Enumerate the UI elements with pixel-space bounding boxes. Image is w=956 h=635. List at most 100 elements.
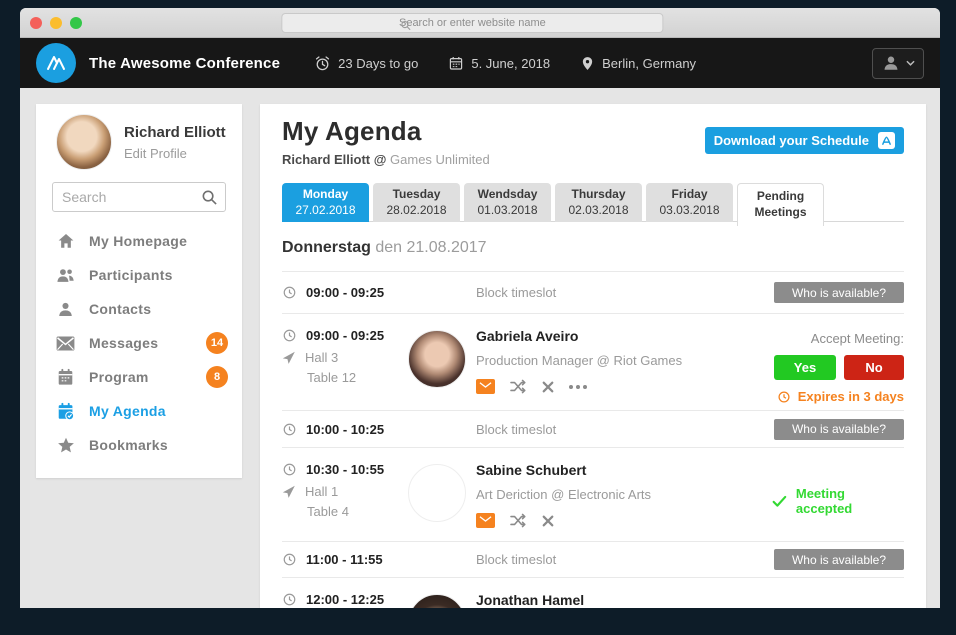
close-window-icon[interactable] bbox=[30, 17, 42, 29]
user-menu-button[interactable] bbox=[872, 48, 924, 79]
check-icon bbox=[772, 495, 787, 508]
message-icon[interactable] bbox=[476, 513, 495, 528]
participant-avatar[interactable] bbox=[408, 330, 466, 388]
tab-monday[interactable]: Monday27.02.2018 bbox=[282, 183, 369, 222]
profile-section: Richard Elliott Edit Profile bbox=[36, 104, 242, 170]
shuffle-icon[interactable] bbox=[510, 379, 527, 394]
user-icon bbox=[882, 54, 900, 72]
expires-notice: Expires in 3 days bbox=[777, 389, 904, 404]
browser-chrome bbox=[20, 8, 940, 38]
mail-icon bbox=[56, 336, 75, 351]
clock-icon bbox=[282, 285, 297, 300]
days-to-go: 23 Days to go bbox=[314, 55, 418, 72]
profile-avatar bbox=[56, 114, 112, 170]
who-is-available-button[interactable]: Who is available? bbox=[774, 282, 904, 303]
search-input[interactable] bbox=[52, 182, 226, 212]
search-icon[interactable] bbox=[201, 189, 218, 211]
agenda-subtitle: Richard Elliott @ Games Unlimited bbox=[282, 152, 904, 167]
zoom-window-icon[interactable] bbox=[70, 17, 82, 29]
tab-tuesday[interactable]: Tuesday28.02.2018 bbox=[373, 183, 460, 222]
conference-logo-icon[interactable] bbox=[36, 43, 76, 83]
location-arrow-icon bbox=[282, 351, 296, 365]
sidebar-item-my-homepage[interactable]: My Homepage bbox=[36, 224, 242, 258]
sidebar-item-my-agenda[interactable]: My Agenda bbox=[36, 394, 242, 428]
alarm-clock-icon bbox=[314, 55, 331, 72]
clock-icon bbox=[282, 462, 297, 477]
url-input[interactable] bbox=[282, 17, 662, 29]
tab-wendsday[interactable]: Wendsday01.03.2018 bbox=[464, 183, 551, 222]
meeting-row: 12:00 - 12:25 Jonathan Hamel bbox=[282, 577, 904, 608]
participant-avatar[interactable] bbox=[408, 594, 466, 608]
page-content: Richard Elliott Edit Profile My Homepage bbox=[20, 88, 940, 608]
conference-date: 5. June, 2018 bbox=[448, 55, 550, 71]
agenda-panel: My Agenda Richard Elliott @ Games Unlimi… bbox=[260, 104, 926, 608]
sidebar-item-contacts[interactable]: Contacts bbox=[36, 292, 242, 326]
accept-meeting-label: Accept Meeting: bbox=[811, 331, 904, 346]
clock-icon bbox=[282, 552, 297, 567]
shuffle-icon[interactable] bbox=[510, 513, 527, 528]
clock-icon bbox=[282, 592, 297, 607]
timeslot-row: 11:00 - 11:55 Block timeslot Who is avai… bbox=[282, 541, 904, 577]
minimize-window-icon[interactable] bbox=[50, 17, 62, 29]
clock-icon bbox=[282, 328, 297, 343]
cancel-icon[interactable] bbox=[542, 381, 554, 393]
participant-avatar[interactable] bbox=[408, 464, 466, 522]
sidebar: Richard Elliott Edit Profile My Homepage bbox=[36, 104, 242, 478]
more-options-icon[interactable] bbox=[569, 385, 587, 389]
program-calendar-icon bbox=[56, 368, 75, 386]
sidebar-search bbox=[52, 182, 226, 212]
accept-no-button[interactable]: No bbox=[844, 355, 904, 380]
contact-icon bbox=[56, 301, 75, 318]
participant-name: Sabine Schubert bbox=[476, 462, 772, 478]
browser-window: The Awesome Conference 23 Days to go 5. … bbox=[20, 8, 940, 608]
app-title: The Awesome Conference bbox=[89, 55, 280, 72]
day-tabs: Monday27.02.2018 Tuesday28.02.2018 Wends… bbox=[282, 183, 904, 222]
messages-badge: 14 bbox=[206, 332, 228, 354]
participant-name: Jonathan Hamel bbox=[476, 592, 772, 608]
timeslot-row: 09:00 - 09:25 Block timeslot Who is avai… bbox=[282, 271, 904, 313]
who-is-available-button[interactable]: Who is available? bbox=[774, 549, 904, 570]
participant-role: Art Deriction @ Electronic Arts bbox=[476, 487, 772, 502]
tab-thursday[interactable]: Thursday02.03.2018 bbox=[555, 183, 642, 222]
sidebar-item-participants[interactable]: Participants bbox=[36, 258, 242, 292]
program-badge: 8 bbox=[206, 366, 228, 388]
participant-name: Gabriela Aveiro bbox=[476, 328, 772, 344]
tab-friday[interactable]: Friday03.03.2018 bbox=[646, 183, 733, 222]
meeting-row: 10:30 - 10:55 Hall 1 Table 4 Sabine Schu… bbox=[282, 447, 904, 541]
star-icon bbox=[56, 437, 75, 454]
day-heading: Donnerstag den 21.08.2017 bbox=[282, 239, 904, 257]
tab-pending-meetings[interactable]: PendingMeetings bbox=[737, 183, 824, 226]
location-arrow-icon bbox=[282, 485, 296, 499]
block-timeslot-label: Block timeslot bbox=[476, 422, 772, 437]
expires-clock-icon bbox=[777, 390, 791, 404]
timeslot-row: 10:00 - 10:25 Block timeslot Who is avai… bbox=[282, 410, 904, 447]
app-header: The Awesome Conference 23 Days to go 5. … bbox=[20, 38, 940, 88]
address-bar[interactable] bbox=[281, 13, 663, 33]
agenda-rows: 09:00 - 09:25 Block timeslot Who is avai… bbox=[282, 271, 904, 608]
message-icon[interactable] bbox=[476, 379, 495, 394]
edit-profile-link[interactable]: Edit Profile bbox=[124, 146, 226, 161]
search-icon bbox=[400, 18, 411, 36]
clock-icon bbox=[282, 422, 297, 437]
participants-icon bbox=[56, 267, 75, 284]
who-is-available-button[interactable]: Who is available? bbox=[774, 419, 904, 440]
meeting-row: 09:00 - 09:25 Hall 3 Table 12 Gabriela A… bbox=[282, 313, 904, 410]
map-pin-icon bbox=[580, 55, 595, 72]
block-timeslot-label: Block timeslot bbox=[476, 552, 772, 567]
download-schedule-button[interactable]: Download your Schedule bbox=[705, 127, 904, 154]
pdf-icon bbox=[878, 132, 895, 149]
cancel-icon[interactable] bbox=[542, 515, 554, 527]
sidebar-item-program[interactable]: Program 8 bbox=[36, 360, 242, 394]
conference-location: Berlin, Germany bbox=[580, 55, 696, 72]
meeting-accepted-status: Meeting accepted bbox=[772, 486, 904, 516]
participant-role: Production Manager @ Riot Games bbox=[476, 353, 772, 368]
agenda-calendar-check-icon bbox=[56, 402, 75, 421]
window-controls bbox=[30, 17, 82, 29]
sidebar-item-bookmarks[interactable]: Bookmarks bbox=[36, 428, 242, 462]
home-icon bbox=[56, 232, 75, 250]
calendar-icon bbox=[448, 55, 464, 71]
sidebar-item-messages[interactable]: Messages 14 bbox=[36, 326, 242, 360]
block-timeslot-label: Block timeslot bbox=[476, 285, 772, 300]
accept-yes-button[interactable]: Yes bbox=[774, 355, 836, 380]
sidebar-menu: My Homepage Participants Contacts bbox=[36, 212, 242, 462]
